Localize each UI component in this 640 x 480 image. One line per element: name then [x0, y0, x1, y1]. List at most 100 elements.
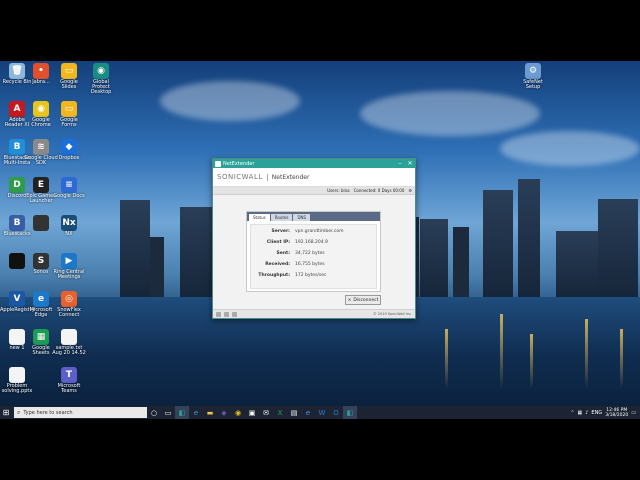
window-footer: © 2019 SonicWall Inc.: [213, 309, 415, 318]
label-server: Server:: [271, 229, 290, 234]
desktop-icon[interactable]: sample.txt Aug 20 14.52: [52, 329, 86, 356]
desktop-icon[interactable]: ◎ SnowFlex Connect: [52, 291, 86, 318]
footer-info-icon[interactable]: [216, 311, 221, 317]
desktop-app-icon: D: [9, 177, 25, 193]
tab-status[interactable]: Status: [249, 214, 270, 221]
taskbar-word-icon[interactable]: W: [315, 406, 329, 419]
language-indicator[interactable]: ENG: [591, 410, 602, 416]
taskbar-active-app-icon[interactable]: ◧: [343, 406, 357, 419]
desktop-app-icon: •: [33, 63, 49, 79]
taskbar-netextender-icon[interactable]: ◧: [175, 406, 189, 419]
taskbar-excel-icon[interactable]: X: [273, 406, 287, 419]
cortana-icon[interactable]: ○: [147, 406, 161, 419]
desktop-app-icon: B: [9, 139, 25, 155]
value-client-ip: 192.168.204.9: [295, 240, 328, 245]
product-name: NetExtender: [266, 173, 309, 181]
desktop-app-icon: ▦: [33, 329, 49, 345]
status-bar: Users: bina Connected: 0 Days 00:00 ⚙: [213, 187, 415, 195]
desktop-icon-label: Bluestacks: [3, 231, 31, 237]
label-sent: Sent:: [276, 251, 290, 256]
label-throughput: Throughput:: [258, 273, 290, 278]
tab-dns[interactable]: DNS: [293, 214, 311, 221]
volume-icon[interactable]: ♪: [585, 410, 588, 416]
desktop-app-icon: ◉: [33, 101, 49, 117]
windows-start-icon[interactable]: ⊞: [0, 406, 12, 419]
desktop-icon[interactable]: ◆ Dropbox: [52, 139, 86, 161]
taskbar-app-icon[interactable]: ◈: [217, 406, 231, 419]
desktop-icon-label: Google Docs: [53, 193, 85, 199]
taskbar-edge-icon[interactable]: e: [189, 406, 203, 419]
tray-overflow-icon[interactable]: ⌃: [570, 410, 574, 416]
desktop-app-icon: 🗑: [9, 63, 25, 79]
sonicwall-logo: SONICWALL: [217, 173, 263, 181]
app-icon: [215, 160, 221, 167]
footer-help-icon[interactable]: [232, 311, 237, 317]
value-throughput: 172 bytes/sec: [295, 273, 327, 278]
minimize-button[interactable]: –: [395, 160, 405, 167]
desktop-icon[interactable]: ▶ Ring Central Meetings: [52, 253, 86, 280]
settings-gear-icon[interactable]: ⚙: [408, 188, 412, 193]
netextender-window[interactable]: NetExtender – ✕ SONICWALL NetExtender Us…: [212, 158, 416, 319]
desktop-icon-label: sample.txt Aug 20 14.52: [52, 345, 86, 356]
disconnect-label: Disconnect: [353, 297, 379, 303]
desktop-app-icon: ◉: [93, 63, 109, 79]
desktop-app-icon: Nx: [61, 215, 77, 231]
row-server: Server: vpn.grandtimber.com: [251, 229, 376, 234]
search-icon: ⌕: [17, 408, 21, 416]
desktop-icon[interactable]: T Microsoft Teams: [52, 367, 86, 394]
taskbar-store-icon[interactable]: ▣: [245, 406, 259, 419]
desktop-icon[interactable]: ≡ Google Docs: [52, 177, 86, 199]
window-titlebar[interactable]: NetExtender – ✕: [213, 159, 415, 168]
desktop-app-icon: ▶: [61, 253, 77, 269]
tab-bar: Status Routes DNS: [247, 212, 380, 221]
desktop-icon-label: Google Slides: [60, 79, 78, 90]
desktop-app-icon: A: [9, 101, 25, 117]
footer-log-icon[interactable]: [224, 311, 229, 317]
desktop-icon-label: Dropbox: [58, 155, 80, 161]
disconnect-button[interactable]: × Disconnect: [345, 295, 381, 305]
desktop-app-icon: e: [33, 291, 49, 307]
network-icon[interactable]: ▦: [577, 410, 582, 416]
desktop-icon[interactable]: Problem solving.pptx: [0, 367, 34, 394]
desktop-icon[interactable]: ◉ Global Protect Desktop: [84, 63, 118, 95]
notifications-icon[interactable]: ▭: [631, 410, 636, 416]
clock[interactable]: 12:46 PM 3/18/2020: [605, 408, 628, 418]
desktop-icon-label: Problem solving.pptx: [1, 383, 33, 394]
value-sent: 34,722 bytes: [295, 251, 325, 256]
safenet-icon: ⚙: [525, 63, 541, 79]
desktop-app-icon: [33, 215, 49, 231]
taskbar-mail-icon[interactable]: ✉: [259, 406, 273, 419]
desktop-icon-label: SnowFlex Connect: [57, 307, 81, 318]
desktop-app-icon: V: [9, 291, 25, 307]
window-title: NetExtender: [223, 160, 255, 167]
close-button[interactable]: ✕: [405, 160, 415, 167]
system-tray: ⌃ ▦ ♪ ENG 12:46 PM 3/18/2020 ▭: [570, 408, 640, 418]
tab-routes[interactable]: Routes: [270, 214, 293, 221]
desktop-app-icon: [9, 253, 25, 269]
desktop-icon-safenet[interactable]: ⚙ SafeNet Setup: [516, 63, 550, 90]
disconnect-icon: ×: [347, 297, 352, 303]
taskbar-ie-icon[interactable]: e: [301, 406, 315, 419]
desktop-icon-label: SafeNet Setup: [523, 79, 543, 90]
desktop-icon[interactable]: ▭ Google Slides: [52, 63, 86, 90]
desktop-icon-label: NX: [65, 231, 73, 237]
label-client-ip: Client IP:: [266, 240, 290, 245]
desktop-icon-label: Global Protect Desktop: [90, 79, 112, 95]
desktop-icon[interactable]: Nx NX: [52, 215, 86, 237]
desktop-icon-label: Google Forms: [60, 117, 78, 128]
row-received: Received: 16,755 bytes: [251, 262, 376, 267]
brand-header: SONICWALL NetExtender: [213, 168, 415, 187]
taskbar-search[interactable]: ⌕ Type here to search: [14, 407, 147, 418]
clock-date: 3/18/2020: [605, 412, 629, 418]
taskbar-chrome-icon[interactable]: ◉: [231, 406, 245, 419]
taskbar: ⊞ ⌕ Type here to search ○ ▭ ◧ e ▬ ◈ ◉ ▣ …: [0, 406, 640, 419]
desktop-app-icon: ≋: [33, 139, 49, 155]
row-sent: Sent: 34,722 bytes: [251, 251, 376, 256]
taskbar-explorer-icon[interactable]: ▬: [203, 406, 217, 419]
taskbar-outlook-icon[interactable]: O: [329, 406, 343, 419]
row-throughput: Throughput: 172 bytes/sec: [251, 273, 376, 278]
taskbar-terminal-icon[interactable]: ▤: [287, 406, 301, 419]
desktop-icon-label: Ring Central Meetings: [53, 269, 85, 280]
task-view-icon[interactable]: ▭: [161, 406, 175, 419]
desktop-icon[interactable]: ▭ Google Forms: [52, 101, 86, 128]
